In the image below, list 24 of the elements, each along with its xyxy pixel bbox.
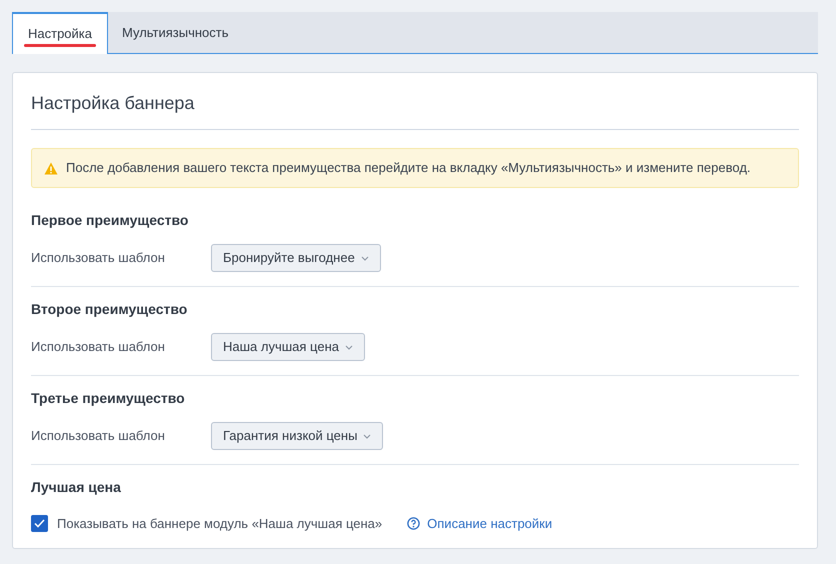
card-title: Настройка баннера	[31, 73, 799, 130]
template-select[interactable]: Бронируйте выгоднее	[211, 244, 381, 272]
chevron-down-icon	[345, 344, 353, 350]
chevron-down-icon	[360, 256, 369, 260]
checkbox[interactable]	[31, 515, 48, 532]
warning-icon	[44, 162, 58, 174]
field-label: Использовать шаблон	[31, 338, 166, 356]
question-icon	[407, 517, 420, 530]
underline-mark	[24, 44, 96, 47]
section-heading: Первое преимущество	[31, 211, 190, 230]
field-label: Использовать шаблон	[31, 427, 166, 446]
field-label: Использовать шаблон	[31, 249, 166, 268]
section-heading: Лучшая цена	[31, 478, 122, 497]
check-icon	[34, 519, 45, 528]
template-select[interactable]: Наша лучшая цена	[211, 333, 365, 361]
template-select[interactable]: Гарантия низкой цены	[211, 422, 384, 450]
checkbox-label: Показывать на баннере модуль «Наша лучшая цена»	[57, 515, 382, 533]
help-link[interactable]: Описание настройки	[407, 514, 552, 534]
tab[interactable]: Настройка	[12, 12, 108, 54]
alert-text: После добавления вашего текста преимущества перейдите на вкладку «Мультиязычность» и измените перевод.	[66, 159, 751, 178]
tab[interactable]: Мультиязычность	[108, 12, 243, 53]
section-heading: Второе преимущество	[31, 300, 188, 319]
section-heading: Третье преимущество	[31, 389, 186, 408]
chevron-down-icon	[363, 434, 372, 438]
